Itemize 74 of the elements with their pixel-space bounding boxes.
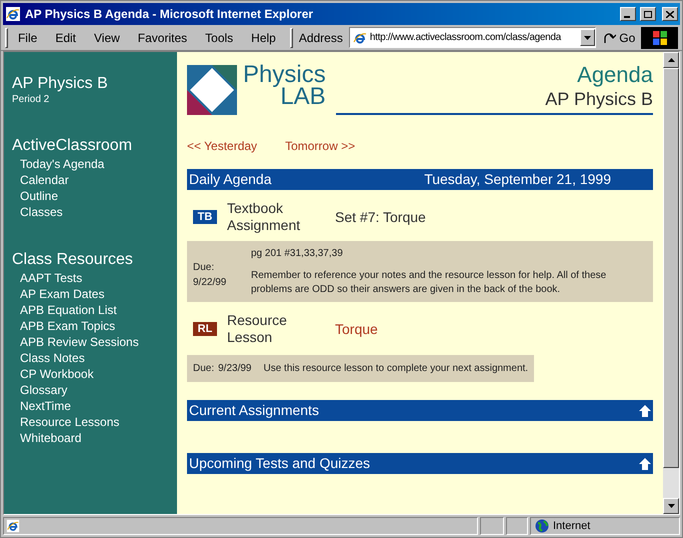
sidebar-link[interactable]: Today's Agenda bbox=[12, 156, 104, 172]
scroll-up-icon[interactable] bbox=[668, 58, 674, 62]
course-title: AP Physics B bbox=[12, 74, 109, 94]
go-button[interactable]: Go bbox=[598, 28, 640, 46]
caret-icon bbox=[584, 36, 592, 40]
scrollbar[interactable] bbox=[663, 52, 679, 514]
status-pane bbox=[480, 517, 504, 535]
address-label: Address bbox=[298, 30, 344, 46]
menu-item[interactable]: View bbox=[86, 28, 128, 46]
agenda-label: Daily Agenda bbox=[189, 170, 273, 189]
zone-label: Internet bbox=[553, 518, 590, 534]
sidebar-link[interactable]: Glossary bbox=[12, 382, 68, 398]
menu-item[interactable]: Favorites bbox=[130, 28, 196, 46]
go-arrow-icon bbox=[602, 30, 616, 44]
sidebar-link[interactable]: Outline bbox=[12, 188, 58, 204]
menu-item[interactable]: Help bbox=[243, 28, 284, 46]
entry-type: Textbook Assignment bbox=[227, 200, 302, 234]
sidebar-link[interactable]: AP Exam Dates bbox=[12, 286, 104, 302]
badge: RL bbox=[193, 322, 217, 336]
due-date: 9/23/99 bbox=[218, 362, 252, 376]
sidebar-link[interactable]: Resource Lessons bbox=[12, 414, 120, 430]
close-button[interactable] bbox=[662, 7, 678, 21]
badge: TB bbox=[193, 210, 217, 224]
sidebar-link[interactable]: APB Exam Topics bbox=[12, 318, 116, 334]
section-title: Upcoming Tests and Quizzes bbox=[189, 454, 372, 473]
nav-link[interactable]: Tomorrow >> bbox=[285, 137, 356, 155]
menu-item[interactable]: Edit bbox=[47, 28, 84, 46]
sidebar-heading: ActiveClassroom bbox=[12, 136, 134, 156]
entry-type: Resource Lesson bbox=[227, 312, 288, 346]
due-date: 9/22/99 bbox=[193, 276, 228, 290]
period-label: Period 2 bbox=[12, 94, 50, 106]
sidebar-link[interactable]: Calendar bbox=[12, 172, 69, 188]
logo-text: Physics bbox=[243, 64, 326, 86]
page-subtitle: AP Physics B bbox=[545, 88, 653, 110]
status-pane bbox=[506, 517, 528, 535]
sidebar-link[interactable]: Classes bbox=[12, 204, 63, 220]
maximize-icon bbox=[644, 10, 652, 18]
sidebar-link[interactable]: APB Review Sessions bbox=[12, 334, 139, 350]
scroll-down-icon[interactable] bbox=[668, 504, 674, 508]
minimize-button[interactable] bbox=[620, 7, 636, 21]
up-arrow-icon[interactable] bbox=[639, 404, 651, 416]
sidebar-link[interactable]: Whiteboard bbox=[12, 430, 82, 446]
dropdown-button[interactable] bbox=[580, 29, 596, 46]
browser-icon bbox=[5, 6, 21, 22]
entry-title[interactable]: Torque bbox=[335, 318, 378, 340]
nav-link[interactable]: << Yesterday bbox=[187, 137, 258, 155]
agenda-date: Tuesday, September 21, 1999 bbox=[424, 170, 611, 189]
window-title: AP Physics B Agenda - Microsoft Internet Explorer bbox=[25, 6, 314, 23]
sidebar-link[interactable]: APB Equation List bbox=[12, 302, 117, 318]
maximize-button[interactable] bbox=[640, 7, 656, 21]
sidebar-link[interactable]: AAPT Tests bbox=[12, 270, 82, 286]
address-text: http://www.activeclassroom.com/class/agenda bbox=[370, 31, 562, 45]
due-label: Due: bbox=[193, 261, 216, 275]
up-arrow-icon[interactable] bbox=[639, 458, 651, 470]
page-title: Agenda bbox=[577, 62, 653, 88]
menu-item[interactable]: File bbox=[10, 28, 46, 46]
logo-icon bbox=[187, 65, 237, 115]
reference-text: pg 201 #31,33,37,39 bbox=[251, 247, 344, 261]
close-icon bbox=[666, 10, 674, 18]
address-field[interactable]: http://www.activeclassroom.com/class/agenda bbox=[348, 27, 596, 48]
section-title: Current Assignments bbox=[189, 401, 320, 420]
menu-item[interactable]: Tools bbox=[197, 28, 242, 46]
sidebar-heading: Class Resources bbox=[12, 250, 134, 270]
note-text: Use this resource lesson to complete your next assignment. bbox=[264, 362, 528, 376]
sidebar-link[interactable]: CP Workbook bbox=[12, 366, 94, 382]
note-text: Remember to reference your notes and the resource lesson for help. All of these problems are ODD so their answers are given in the back of the book. bbox=[251, 269, 608, 297]
due-label: Due: bbox=[193, 362, 214, 376]
sidebar-link[interactable]: NextTime bbox=[12, 398, 71, 414]
logo-text: LAB bbox=[280, 86, 326, 108]
entry-title: Set #7: Torque bbox=[335, 208, 426, 227]
windows-logo bbox=[641, 26, 678, 48]
sidebar-link[interactable]: Class Notes bbox=[12, 350, 85, 366]
globe-icon bbox=[535, 519, 549, 533]
page-icon bbox=[6, 519, 20, 533]
